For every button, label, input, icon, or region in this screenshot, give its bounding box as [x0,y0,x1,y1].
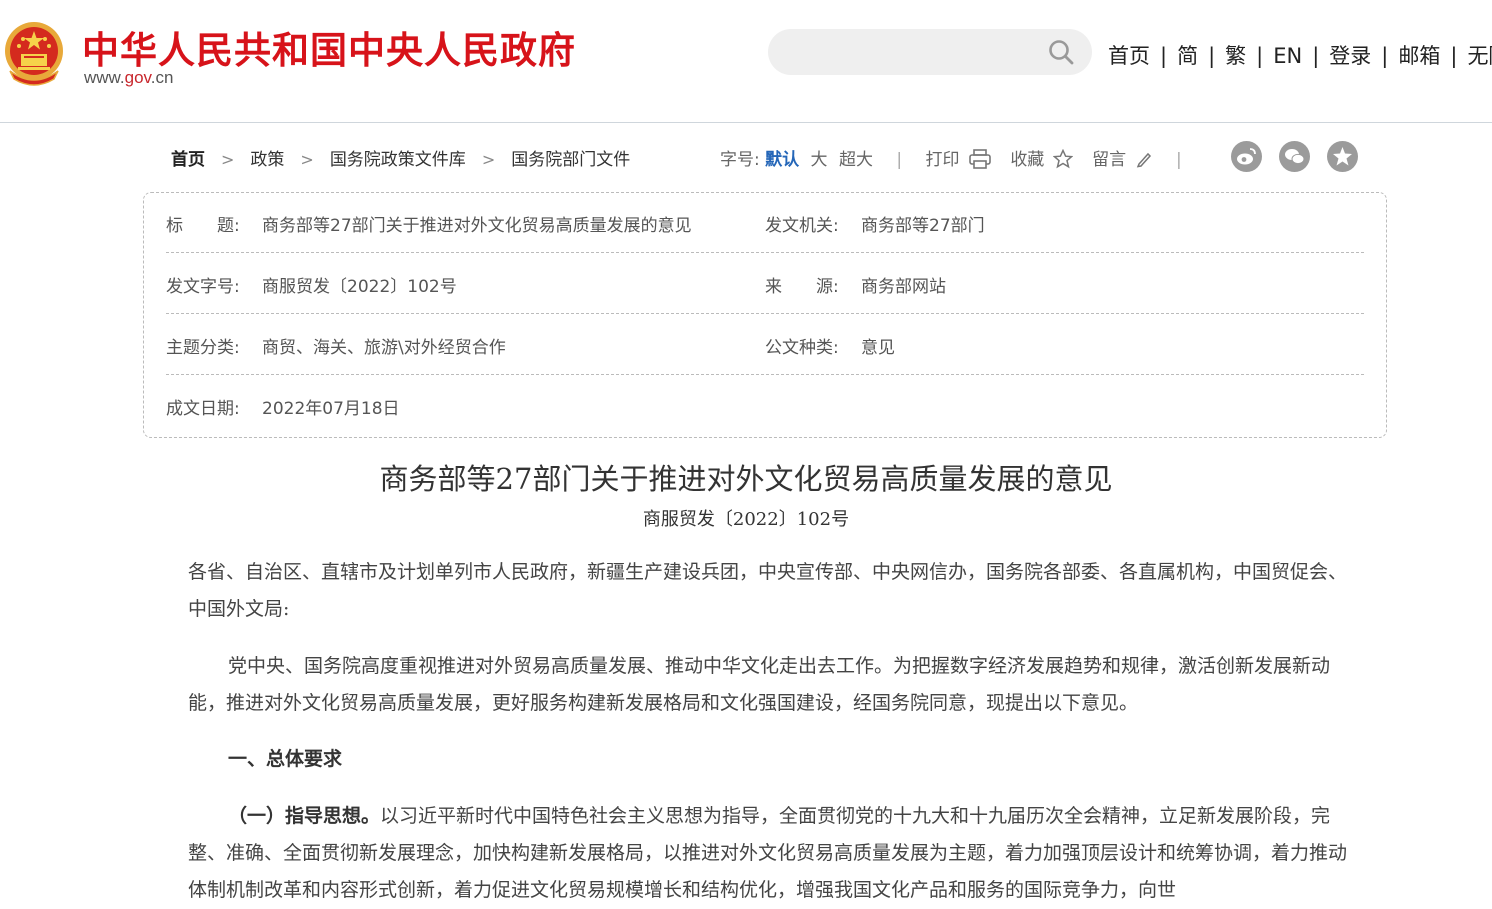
row-divider [166,313,1364,314]
article-tools: 字号: 默认 大 超大 | 打印 收藏 留言 | [720,145,1200,170]
font-size-default[interactable]: 默认 [765,150,799,170]
source-value: 商务部网站 [861,277,946,297]
breadcrumb-home[interactable]: 首页 [171,150,205,170]
nav-login[interactable]: 登录 [1329,44,1371,68]
row-divider [166,374,1364,375]
wechat-icon [1285,149,1305,165]
nav-english[interactable]: EN [1273,44,1302,68]
print-button[interactable]: 打印 [925,149,991,170]
font-size-xlarge[interactable]: 超大 [839,150,873,170]
issuer-label: 发文机关: [765,216,839,236]
nav-home[interactable]: 首页 [1108,44,1150,68]
breadcrumb-department-docs[interactable]: 国务院部门文件 [511,150,630,170]
doc-number-label: 发文字号: [166,277,240,297]
row-divider [166,252,1364,253]
date-label: 成文日期: [166,399,240,419]
pencil-icon [1136,152,1151,168]
section-1-heading: 一、总体要求 [228,748,343,770]
search-input[interactable] [788,37,1042,69]
site-header: 中华人民共和国中央人民政府 www.gov.cn 首页 | 简 | 繁 | EN | 登录 | 邮箱… [0,0,1492,123]
favorite-label: 收藏 [1010,150,1045,170]
nav-separator: | [1450,44,1458,68]
weibo-icon [1237,148,1256,165]
qzone-share-button[interactable] [1327,141,1358,172]
info-row: 发文字号: 商服贸发〔2022〕102号 来 源: 商务部网站 [166,254,1364,314]
breadcrumb-policy[interactable]: 政策 [250,150,284,170]
document-info-table: 标 题: 商务部等27部门关于推进对外文化贸易高质量发展的意见 发文机关: 商务… [143,192,1387,438]
top-nav: 首页 | 简 | 繁 | EN | 登录 | 邮箱 | 无障 [1108,40,1492,70]
nav-separator: | [1381,44,1389,68]
date-value: 2022年07月18日 [262,399,400,419]
info-row: 主题分类: 商贸、海关、旅游\对外经贸合作 公文种类: 意见 [166,315,1364,375]
article-addressees: 各省、自治区、直辖市及计划单列市人民政府，新疆生产建设兵团，中央宣传部、中央网信… [188,561,1348,620]
title-value: 商务部等27部门关于推进对外文化贸易高质量发展的意见 [262,216,692,236]
sub-1-heading: （一）指导思想。 [228,805,381,827]
info-row: 成文日期: 2022年07月18日 [166,376,1364,436]
qzone-icon [1333,147,1352,166]
doc-type-value: 意见 [861,338,895,358]
article-intro: 党中央、国务院高度重视推进对外贸易高质量发展、推动中华文化走出去工作。为把握数字… [188,655,1331,714]
comment-button[interactable]: 留言 [1092,150,1152,170]
national-emblem-icon[interactable] [4,21,64,87]
nav-separator: | [1208,44,1216,68]
nav-accessibility[interactable]: 无障 [1467,44,1492,68]
site-url-main: gov [124,68,151,87]
site-url[interactable]: www.gov.cn [84,68,173,88]
site-url-prefix: www. [84,68,125,87]
chevron-right-icon: > [481,150,496,169]
font-size-label: 字号: [720,150,760,170]
printer-icon [969,149,991,169]
wechat-share-button[interactable] [1279,141,1310,172]
nav-traditional[interactable]: 繁 [1225,44,1246,68]
title-label: 标 题: [166,216,240,236]
site-url-suffix: .cn [150,68,174,87]
nav-separator: | [1312,44,1320,68]
star-icon [1052,148,1074,169]
chevron-right-icon: > [300,150,314,169]
topic-label: 主题分类: [166,338,240,358]
nav-mail[interactable]: 邮箱 [1398,44,1440,68]
comment-label: 留言 [1092,150,1127,170]
issuer-value: 商务部等27部门 [861,216,985,236]
article-title: 商务部等27部门关于推进对外文化贸易高质量发展的意见 [379,462,1113,496]
article-paragraph: （一）指导思想。以习近平新时代中国特色社会主义思想为指导，全面贯彻党的十九大和十… [188,798,1350,909]
breadcrumb: 首页 > 政策 > 国务院政策文件库 > 国务院部门文件 [171,145,630,170]
article-section-heading: 一、总体要求 [188,741,1350,778]
article-doc-number: 商服贸发〔2022〕102号 [642,509,850,530]
tools-divider: | [896,150,903,170]
tools-divider: | [1175,150,1182,170]
search-icon[interactable] [1048,39,1074,65]
source-label: 来 源: [765,277,839,297]
print-label: 打印 [925,150,960,170]
nav-separator: | [1160,44,1168,68]
nav-simplified[interactable]: 简 [1177,44,1198,68]
nav-separator: | [1256,44,1264,68]
favorite-button[interactable]: 收藏 [1010,148,1074,170]
doc-number-value: 商服贸发〔2022〕102号 [262,277,457,297]
breadcrumb-policy-library[interactable]: 国务院政策文件库 [330,150,466,170]
font-size-large[interactable]: 大 [811,150,828,170]
site-title[interactable]: 中华人民共和国中央人民政府 [82,20,576,74]
topic-value: 商贸、海关、旅游\对外经贸合作 [262,338,506,358]
search-box [768,29,1092,75]
info-row: 标 题: 商务部等27部门关于推进对外文化贸易高质量发展的意见 发文机关: 商务… [166,193,1364,253]
chevron-right-icon: > [221,150,235,169]
doc-type-label: 公文种类: [765,338,839,358]
weibo-share-button[interactable] [1231,141,1262,172]
